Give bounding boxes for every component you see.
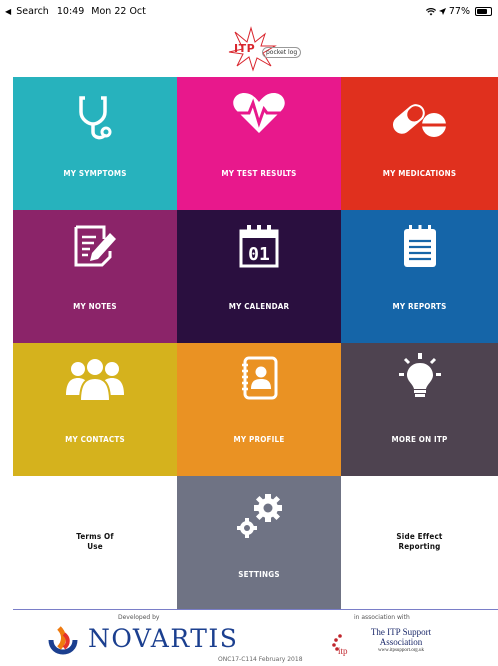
tile-label: MY MEDICATIONS bbox=[382, 169, 457, 178]
dashboard-grid: MY SYMPTOMS MY TEST RESULTS MY MEDICATIO… bbox=[13, 77, 498, 609]
footer-code: ONC17-C114 February 2018 bbox=[218, 656, 303, 663]
date: Mon 22 Oct bbox=[91, 6, 146, 17]
back-arrow-icon[interactable]: ◀ bbox=[5, 7, 11, 16]
wifi-icon bbox=[425, 7, 436, 15]
tile-label: MORE ON ITP bbox=[391, 435, 448, 444]
lightbulb-icon bbox=[398, 353, 441, 397]
tile-label: SETTINGS bbox=[238, 570, 280, 579]
tile-settings[interactable]: SETTINGS bbox=[177, 476, 341, 609]
calendar-day-text: 01 bbox=[248, 244, 270, 265]
tile-terms-of-use[interactable]: Terms Of Use bbox=[13, 476, 177, 609]
tile-label: MY PROFILE bbox=[233, 435, 285, 444]
status-left[interactable]: ◀ Search 10:49 Mon 22 Oct bbox=[5, 6, 146, 17]
tile-my-symptoms[interactable]: MY SYMPTOMS bbox=[13, 77, 177, 210]
tile-label: MY NOTES bbox=[73, 302, 117, 311]
tile-my-reports[interactable]: MY REPORTS bbox=[341, 210, 498, 343]
tile-my-test-results[interactable]: MY TEST RESULTS bbox=[177, 77, 341, 210]
logo-text: ITP bbox=[234, 42, 256, 55]
back-label[interactable]: Search bbox=[16, 6, 49, 17]
tile-my-contacts[interactable]: MY CONTACTS bbox=[13, 343, 177, 476]
tile-label: Side Effect Reporting bbox=[396, 532, 443, 551]
itp-line2: Association bbox=[379, 637, 423, 647]
tile-label: MY REPORTS bbox=[392, 302, 447, 311]
stethoscope-icon bbox=[79, 96, 112, 140]
status-bar: ◀ Search 10:49 Mon 22 Oct 77% bbox=[0, 0, 498, 22]
tile-label: MY TEST RESULTS bbox=[221, 169, 297, 178]
itp-badge-text: itp bbox=[338, 646, 348, 656]
notes-icon bbox=[74, 225, 116, 267]
tile-my-profile[interactable]: MY PROFILE bbox=[177, 343, 341, 476]
gears-icon bbox=[237, 494, 282, 538]
tile-label: MY SYMPTOMS bbox=[63, 169, 127, 178]
battery-percent: 77% bbox=[448, 6, 470, 17]
battery-icon bbox=[475, 7, 492, 16]
location-arrow-icon bbox=[438, 8, 446, 15]
calendar-icon: 01 bbox=[239, 225, 279, 268]
logo-subtext: pocket log bbox=[262, 47, 302, 58]
report-icon bbox=[403, 225, 436, 267]
pills-icon bbox=[392, 104, 446, 137]
itp-association-text: The ITP Support Association www.itpsuppo… bbox=[356, 627, 446, 654]
tile-more-on-itp[interactable]: MORE ON ITP bbox=[341, 343, 498, 476]
battery-fill bbox=[477, 9, 487, 14]
novartis-wordmark: NOVARTIS bbox=[88, 624, 239, 653]
novartis-logo-icon bbox=[48, 626, 78, 655]
status-right: 77% bbox=[425, 6, 492, 17]
tile-label: Terms Of Use bbox=[76, 532, 114, 551]
profile-icon bbox=[242, 356, 278, 400]
in-association-text: in association with bbox=[354, 614, 410, 621]
itp-url[interactable]: www.itpsupport.org.uk bbox=[356, 647, 446, 654]
developed-by-text: Developed by bbox=[118, 614, 160, 621]
contacts-icon bbox=[66, 357, 124, 401]
tile-my-calendar[interactable]: 01 MY CALENDAR bbox=[177, 210, 341, 343]
time: 10:49 bbox=[56, 6, 85, 17]
tile-label: MY CONTACTS bbox=[65, 435, 125, 444]
itp-line1: The ITP Support bbox=[370, 627, 432, 637]
tile-label: MY CALENDAR bbox=[228, 302, 290, 311]
tile-side-effect-reporting[interactable]: Side Effect Reporting bbox=[341, 476, 498, 609]
footer-divider bbox=[13, 609, 498, 610]
tile-my-medications[interactable]: MY MEDICATIONS bbox=[341, 77, 498, 210]
tile-my-notes[interactable]: MY NOTES bbox=[13, 210, 177, 343]
heartbeat-icon bbox=[231, 93, 287, 133]
